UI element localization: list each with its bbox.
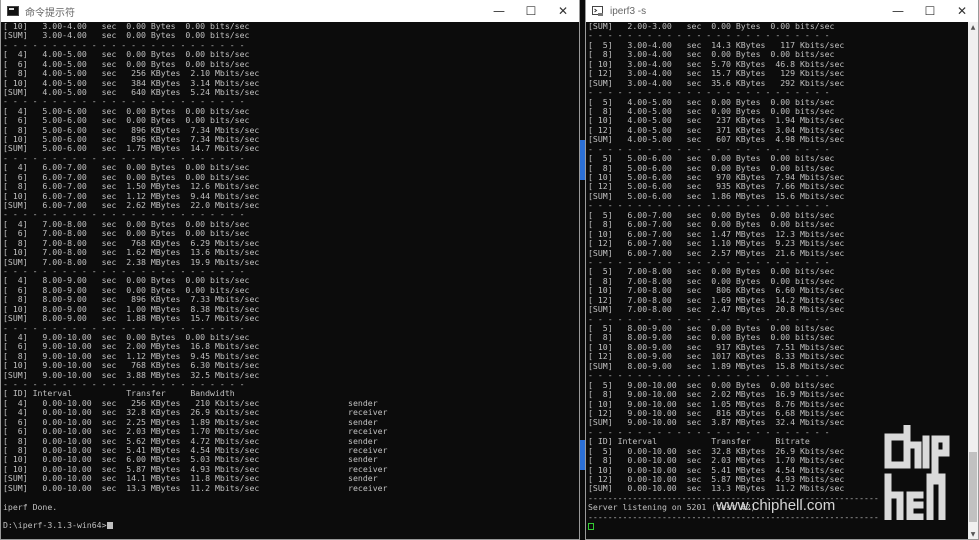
- text-cursor: [106, 522, 113, 530]
- server-cursor-line: [588, 522, 968, 531]
- scrollbar-thumb[interactable]: [969, 452, 977, 522]
- cmd-titlebar[interactable]: 命令提示符 — ☐ ✕: [1, 0, 579, 22]
- cmd-window-title: 命令提示符: [25, 7, 75, 19]
- iperf-server-window-controls: — ☐ ✕: [882, 0, 978, 22]
- scroll-up-arrow-icon[interactable]: ▲: [968, 22, 978, 32]
- cmd-prompt-line[interactable]: D:\iperf-3.1.3-win64>: [3, 521, 579, 530]
- cmd-window-controls: — ☐ ✕: [483, 0, 579, 22]
- chiphell-watermark-url: www.chiphell.com: [716, 497, 836, 514]
- iperf-server-titlebar[interactable]: iperf3 -s — ☐ ✕: [586, 0, 978, 22]
- close-button[interactable]: ✕: [547, 0, 579, 22]
- iperf-server-window-title: iperf3 -s: [610, 5, 647, 17]
- maximize-button[interactable]: ☐: [515, 0, 547, 22]
- cmd-output-lines: [ 10] 3.00-4.00 sec 0.00 Bytes 0.00 bits…: [3, 21, 579, 521]
- close-button[interactable]: ✕: [946, 0, 978, 22]
- vertical-scrollbar[interactable]: ▲ ▼: [968, 22, 978, 539]
- cmd-window[interactable]: 命令提示符 — ☐ ✕ [ 10] 3.00-4.00 sec 0.00 Byt…: [0, 0, 580, 540]
- minimize-button[interactable]: —: [882, 0, 914, 22]
- console-icon: [7, 6, 19, 16]
- scroll-down-arrow-icon[interactable]: ▼: [968, 529, 978, 539]
- console-line: iperf Done.: [3, 501, 58, 512]
- text-cursor: [588, 523, 594, 531]
- minimize-button[interactable]: —: [483, 0, 515, 22]
- console-line: [SUM] 0.00-10.00 sec 13.3 MBytes 11.2 Mb…: [3, 482, 388, 493]
- chiphell-watermark-logo: [880, 423, 955, 521]
- terminal-icon: [592, 5, 604, 17]
- cmd-console-output[interactable]: [ 10] 3.00-4.00 sec 0.00 Bytes 0.00 bits…: [1, 21, 579, 539]
- cmd-prompt: D:\iperf-3.1.3-win64>: [3, 520, 107, 531]
- maximize-button[interactable]: ☐: [914, 0, 946, 22]
